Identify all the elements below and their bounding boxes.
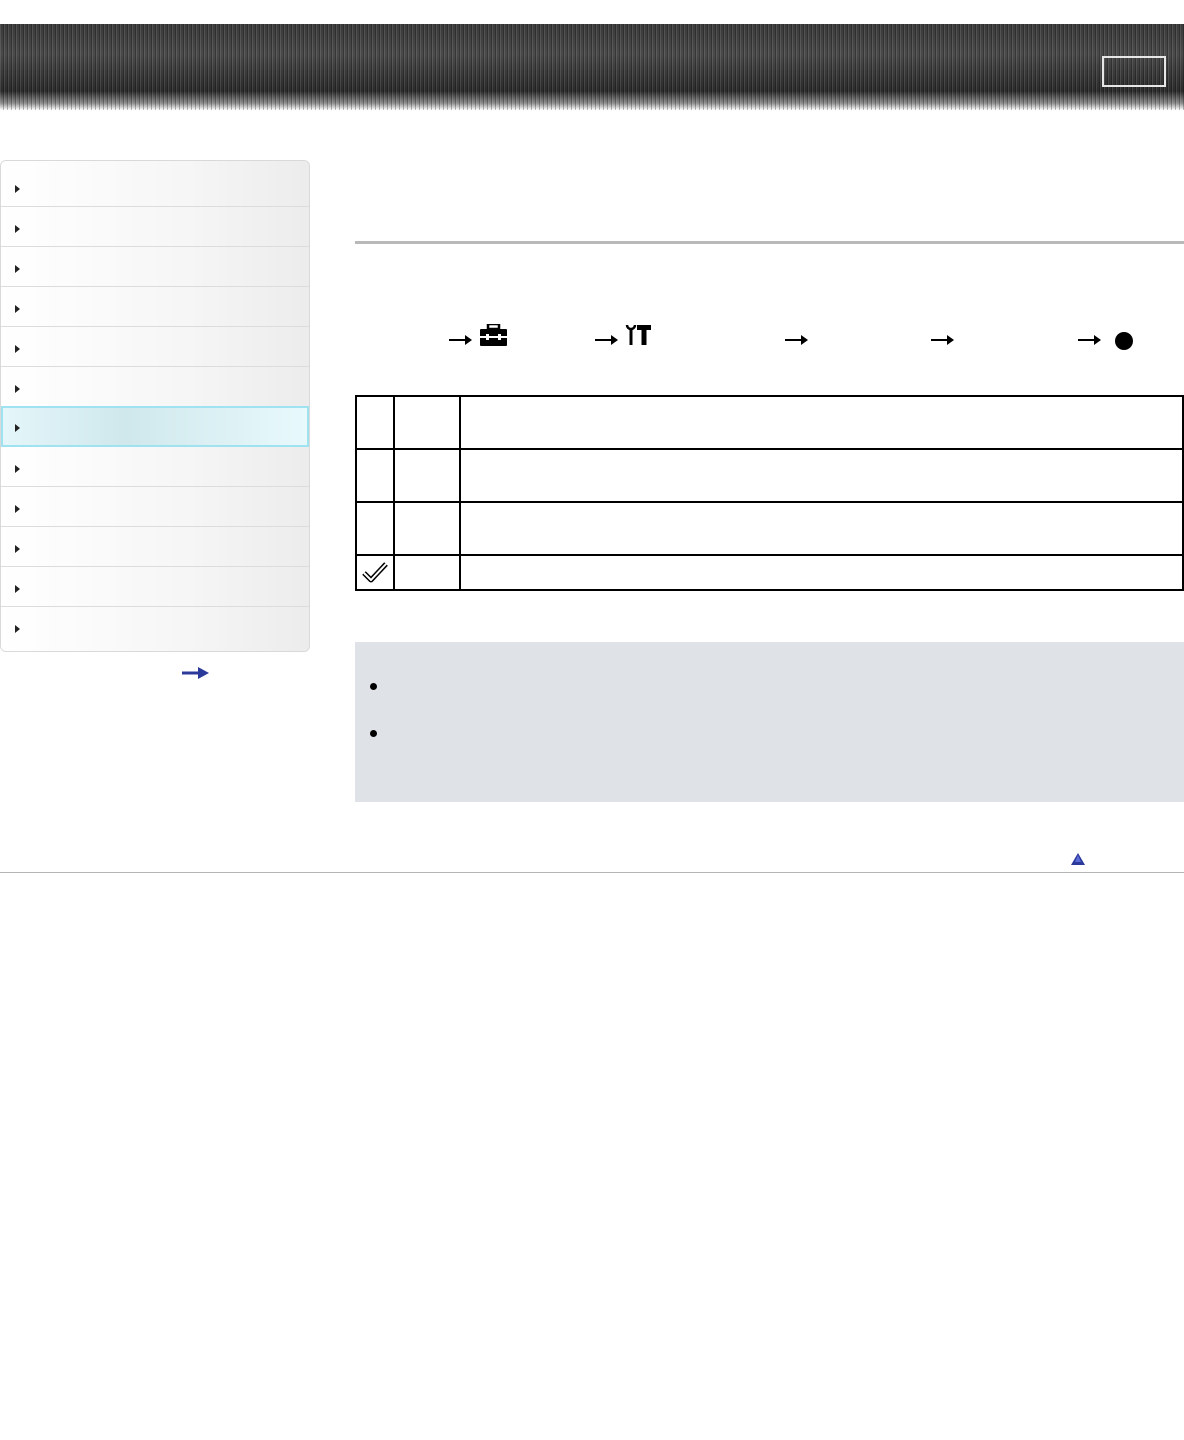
right-arrow-icon (595, 335, 618, 345)
caret-right-icon (15, 265, 20, 273)
filled-circle-icon (1115, 332, 1133, 350)
sidebar-item-5[interactable] (1, 327, 309, 367)
table-cell-description (459, 448, 1184, 503)
bullet-icon (370, 683, 377, 690)
sidebar-item-3[interactable] (1, 247, 309, 287)
table-cell-icon (355, 501, 395, 556)
table-cell-name (393, 448, 461, 503)
right-arrow-icon (931, 335, 954, 345)
checkmark-icon (362, 561, 388, 582)
caret-right-icon (15, 185, 20, 193)
sidebar-item-6[interactable] (1, 367, 309, 407)
right-arrow-icon[interactable] (182, 667, 210, 679)
sidebar-item-12[interactable] (1, 607, 309, 651)
right-arrow-icon (785, 335, 808, 345)
bullet-icon (370, 730, 377, 737)
table-row (355, 448, 1184, 503)
header-bar (0, 24, 1184, 110)
caret-right-icon (15, 625, 20, 633)
sidebar-item-7-active[interactable] (1, 406, 309, 447)
caret-right-icon (15, 545, 20, 553)
table-row (355, 395, 1184, 450)
sidebar (0, 160, 310, 652)
sidebar-item-11[interactable] (1, 567, 309, 607)
table-row (355, 554, 1184, 591)
table-cell-name (393, 395, 461, 450)
table-cell-icon (355, 448, 395, 503)
table-cell-description (459, 501, 1184, 556)
title-divider (355, 241, 1184, 244)
table-row (355, 501, 1184, 556)
caret-right-icon (15, 505, 20, 513)
table-cell-icon (355, 554, 395, 591)
settings-table (355, 395, 1184, 591)
sidebar-item-4[interactable] (1, 287, 309, 327)
sidebar-item-9[interactable] (1, 487, 309, 527)
sidebar-item-2[interactable] (1, 207, 309, 247)
footer-divider (0, 872, 1184, 873)
table-cell-name (393, 554, 461, 591)
table-cell-name (393, 501, 461, 556)
caret-right-icon (15, 345, 20, 353)
sidebar-item-1[interactable] (1, 161, 309, 207)
caret-right-icon (15, 465, 20, 473)
sidebar-item-10[interactable] (1, 527, 309, 567)
up-triangle-icon[interactable] (1070, 852, 1086, 866)
caret-right-icon (15, 305, 20, 313)
toolbox-icon (480, 324, 507, 346)
table-cell-description (459, 395, 1184, 450)
notes-box (355, 642, 1184, 802)
header-search-box[interactable] (1102, 56, 1166, 87)
caret-right-icon (15, 585, 20, 593)
right-arrow-icon (1078, 335, 1101, 345)
table-cell-icon (355, 395, 395, 450)
table-cell-description (459, 554, 1184, 591)
wrench-settings-icon (625, 324, 651, 345)
caret-right-icon (15, 225, 20, 233)
caret-right-icon (15, 424, 20, 432)
sidebar-item-8[interactable] (1, 447, 309, 487)
caret-right-icon (15, 385, 20, 393)
right-arrow-icon (449, 335, 472, 345)
